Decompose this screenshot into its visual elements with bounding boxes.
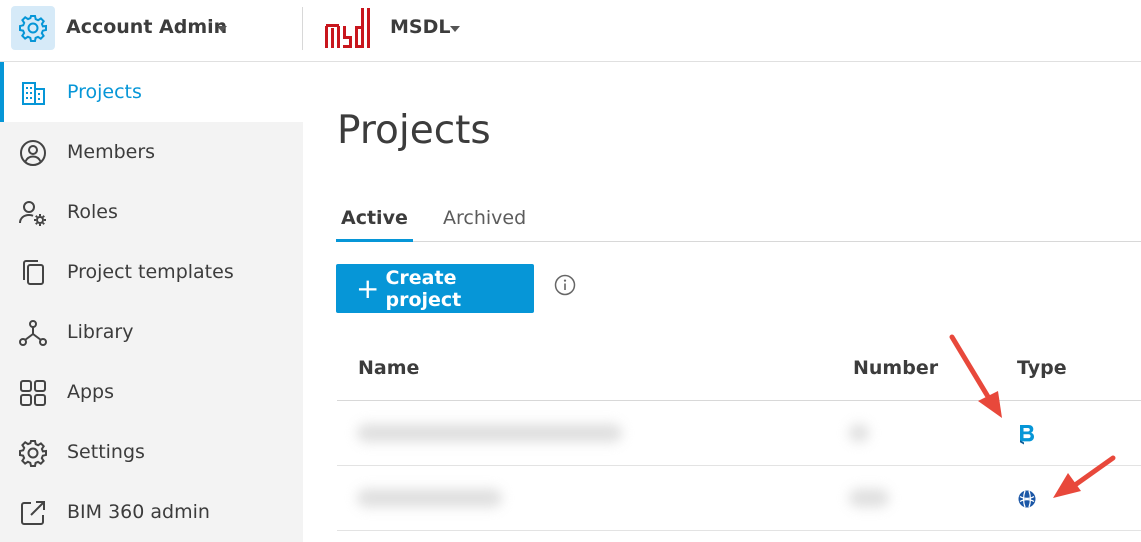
- create-project-button[interactable]: + Create project: [336, 264, 534, 313]
- sidebar-item-project-templates[interactable]: Project templates: [0, 242, 303, 302]
- sidebar-item-label: Project templates: [67, 261, 234, 283]
- sidebar-item-projects[interactable]: Projects: [0, 62, 303, 122]
- column-header-type[interactable]: Type: [1017, 357, 1067, 379]
- redacted-project-number: [849, 424, 869, 442]
- sidebar-item-label: Members: [67, 141, 156, 163]
- column-header-number[interactable]: Number: [853, 357, 938, 379]
- org-name[interactable]: MSDL: [390, 16, 450, 38]
- header-divider: [302, 7, 303, 50]
- top-bar: Account Admin MSDL: [0, 0, 1141, 62]
- building-icon: [22, 82, 45, 105]
- sidebar-item-label: Projects: [67, 81, 142, 103]
- acc-globe-icon: [1018, 490, 1036, 508]
- account-name[interactable]: Account Admin: [66, 16, 227, 38]
- sidebar-item-roles[interactable]: Roles: [0, 182, 303, 242]
- sidebar-item-label: Roles: [67, 201, 118, 223]
- tab-bar: Active Archived: [336, 197, 1141, 242]
- account-admin-icon[interactable]: [11, 6, 55, 50]
- create-project-label: Create project: [385, 266, 462, 311]
- table-row[interactable]: [337, 401, 1141, 466]
- redacted-project-number: [849, 489, 889, 507]
- gear-icon: [19, 15, 47, 42]
- column-header-name[interactable]: Name: [358, 357, 419, 379]
- copy-icon: [23, 260, 44, 285]
- redacted-project-name: [357, 424, 622, 442]
- network-icon: [19, 320, 47, 346]
- info-icon[interactable]: [554, 274, 576, 296]
- sidebar: Projects Members Roles Project templates…: [0, 62, 303, 542]
- grid-icon: [20, 380, 46, 406]
- account-dropdown-chevron-icon[interactable]: [217, 26, 227, 32]
- user-gear-icon: [19, 201, 46, 226]
- tab-active[interactable]: Active: [336, 207, 413, 242]
- org-logo: [325, 8, 370, 48]
- sidebar-item-label: BIM 360 admin: [67, 501, 210, 523]
- plus-icon: +: [356, 271, 380, 305]
- gear-icon: [19, 440, 47, 467]
- sidebar-item-label: Settings: [67, 441, 145, 463]
- user-circle-icon: [20, 140, 46, 166]
- table-row[interactable]: [337, 466, 1141, 531]
- sidebar-item-library[interactable]: Library: [0, 302, 303, 362]
- sidebar-item-settings[interactable]: Settings: [0, 422, 303, 482]
- sidebar-item-label: Apps: [67, 381, 115, 403]
- redacted-project-name: [357, 489, 502, 507]
- tab-archived[interactable]: Archived: [443, 207, 526, 241]
- page-title: Projects: [337, 108, 491, 153]
- sidebar-item-bim360-admin[interactable]: BIM 360 admin: [0, 482, 303, 542]
- external-link-icon: [21, 501, 45, 525]
- sidebar-item-apps[interactable]: Apps: [0, 362, 303, 422]
- sidebar-item-members[interactable]: Members: [0, 122, 303, 182]
- org-dropdown-chevron-icon[interactable]: [450, 26, 460, 32]
- bim360-icon: [1020, 425, 1034, 445]
- sidebar-item-label: Library: [67, 321, 134, 343]
